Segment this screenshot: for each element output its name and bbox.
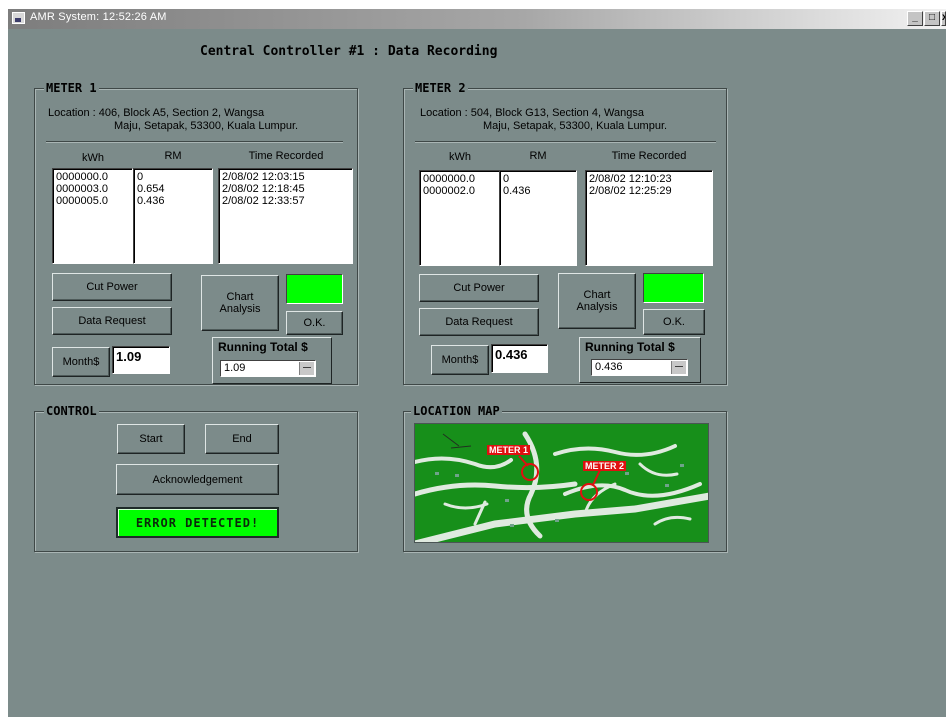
meter1-time-list[interactable]: 2/08/02 12:03:15 2/08/02 12:18:45 2/08/0… xyxy=(218,168,353,264)
meter1-month-field[interactable]: 1.09 xyxy=(112,346,170,374)
app-icon[interactable] xyxy=(12,12,25,24)
minimize-button[interactable]: _ xyxy=(907,11,923,26)
window-title: AMR System: 12:52:26 AM xyxy=(30,11,167,23)
maximize-button[interactable]: □ xyxy=(924,11,940,26)
meter2-month-button[interactable]: Month$ xyxy=(431,345,489,375)
meter1-ok-button[interactable]: O.K. xyxy=(286,311,343,335)
spinner-arrows-icon[interactable] xyxy=(299,362,314,375)
meter2-location-line2: Maju, Setapak, 53300, Kuala Lumpur. xyxy=(483,120,668,132)
meter2-status-indicator xyxy=(643,273,704,303)
meter2-chart-analysis-button[interactable]: Chart Analysis xyxy=(558,273,636,329)
meter2-divider xyxy=(415,141,716,143)
meter1-location-line2: Maju, Setapak, 53300, Kuala Lumpur. xyxy=(114,120,299,132)
start-button[interactable]: Start xyxy=(117,424,185,454)
meter1-rm-header: RM xyxy=(164,150,182,162)
map-roads xyxy=(415,431,708,542)
meter2-month-field[interactable]: 0.436 xyxy=(491,344,548,373)
meter2-cut-power-button[interactable]: Cut Power xyxy=(419,274,539,302)
map-marker-meter2[interactable]: METER 2 xyxy=(583,461,627,471)
meter1-rm-list[interactable]: 0 0.654 0.436 xyxy=(133,168,213,264)
meter2-time-list[interactable]: 2/08/02 12:10:23 2/08/02 12:25:29 xyxy=(585,170,713,266)
meter2-time-header: Time Recorded xyxy=(611,150,687,162)
meter1-kwh-list[interactable]: 0000000.0 0000003.0 0000005.0 xyxy=(52,168,133,264)
meter1-month-button[interactable]: Month$ xyxy=(52,347,110,377)
error-status-indicator: ERROR DETECTED! xyxy=(116,507,279,538)
location-map-legend: LOCATION MAP xyxy=(411,404,502,418)
meter1-data-request-button[interactable]: Data Request xyxy=(52,307,172,335)
location-map-image[interactable]: METER 1 METER 2 xyxy=(414,423,709,543)
page-title: Central Controller #1 : Data Recording xyxy=(200,44,498,59)
title-bar[interactable]: AMR System: 12:52:26 AM _ □ x xyxy=(8,9,946,29)
meter2-rm-header: RM xyxy=(529,150,547,162)
end-button[interactable]: End xyxy=(205,424,279,454)
meter2-running-total-spinner[interactable]: 0.436 xyxy=(591,359,688,376)
meter1-location-line1: Location : 406, Block A5, Section 2, Wan… xyxy=(48,107,265,119)
meter1-divider xyxy=(46,141,343,143)
meter2-data-request-button[interactable]: Data Request xyxy=(419,308,539,336)
map-marker-meter1[interactable]: METER 1 xyxy=(487,445,531,455)
meter1-status-indicator xyxy=(286,274,343,304)
meter1-chart-analysis-button[interactable]: Chart Analysis xyxy=(201,275,279,331)
meter1-cut-power-button[interactable]: Cut Power xyxy=(52,273,172,301)
meter1-running-total-value: 1.09 xyxy=(224,362,246,374)
meter1-time-header: Time Recorded xyxy=(248,150,324,162)
meter1-kwh-header: kWh xyxy=(82,152,104,164)
acknowledgement-button[interactable]: Acknowledgement xyxy=(116,464,279,495)
spinner-arrows-icon[interactable] xyxy=(671,361,686,374)
meter2-location-line1: Location : 504, Block G13, Section 4, Wa… xyxy=(420,107,645,119)
meter2-legend: METER 2 xyxy=(413,81,468,95)
meter2-running-total-value: 0.436 xyxy=(595,361,623,373)
meter2-rm-list[interactable]: 0 0.436 xyxy=(499,170,577,266)
meter1-running-total-label: Running Total $ xyxy=(218,340,308,354)
meter2-kwh-list[interactable]: 0000000.0 0000002.0 xyxy=(419,170,500,266)
meter2-running-total-label: Running Total $ xyxy=(585,340,675,354)
meter1-legend: METER 1 xyxy=(44,81,99,95)
meter1-running-total-spinner[interactable]: 1.09 xyxy=(220,360,316,377)
meter2-kwh-header: kWh xyxy=(449,151,471,163)
close-button[interactable]: x xyxy=(941,11,946,26)
meter2-ok-button[interactable]: O.K. xyxy=(643,309,705,335)
control-legend: CONTROL xyxy=(44,404,99,418)
